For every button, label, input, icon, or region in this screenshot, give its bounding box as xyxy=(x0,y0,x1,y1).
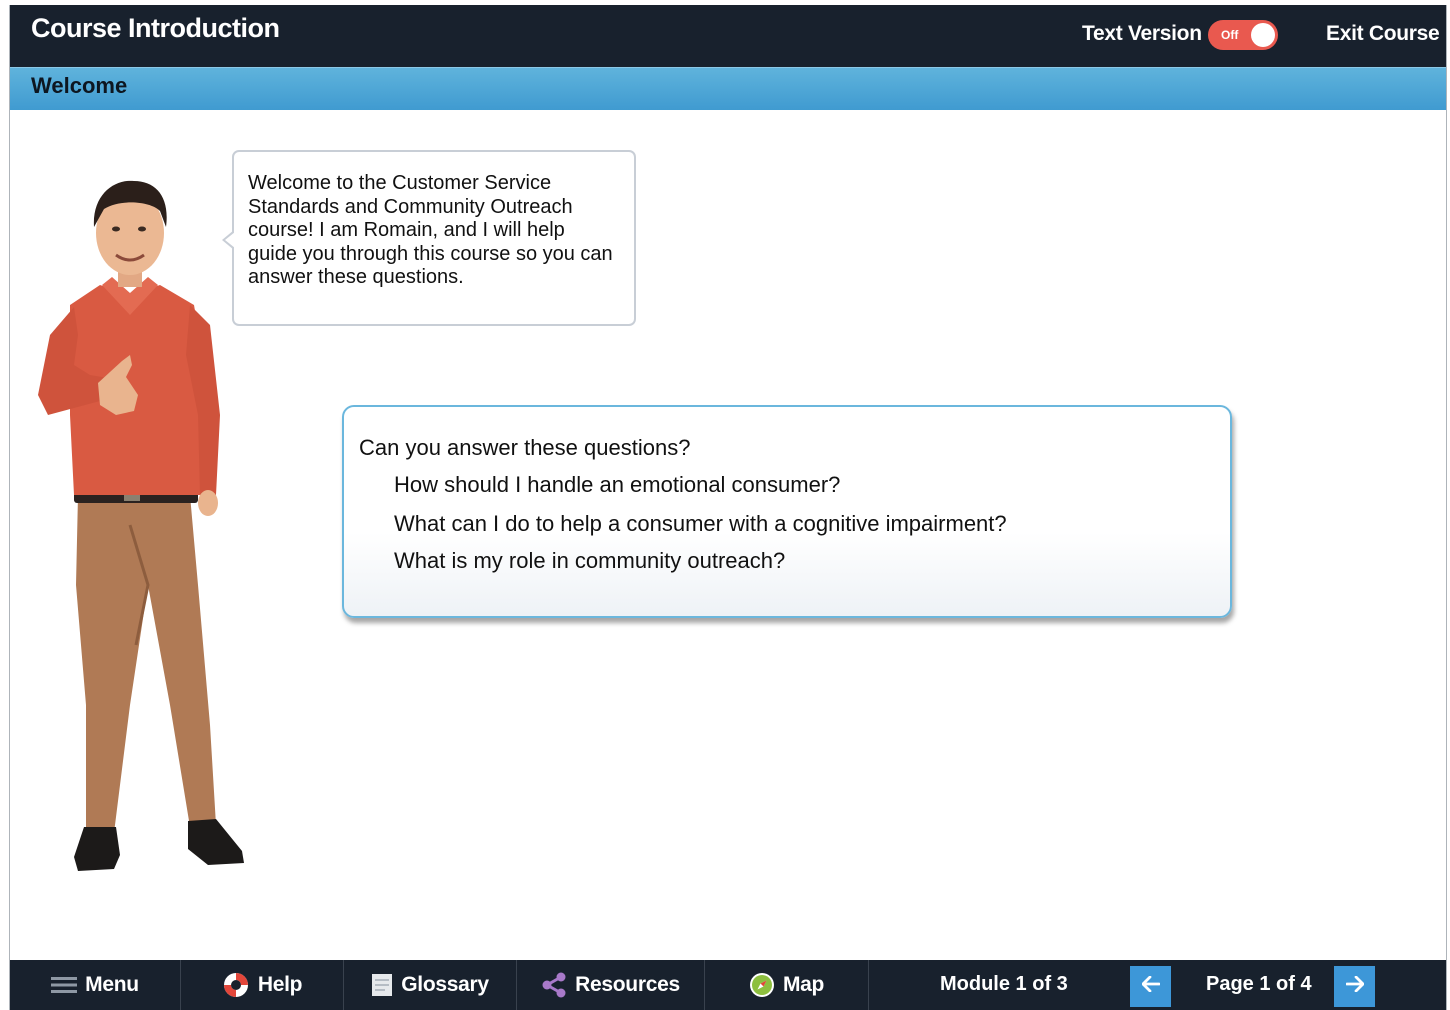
speech-bubble: Welcome to the Customer Service Standard… xyxy=(222,150,636,326)
menu-label: Menu xyxy=(85,973,139,996)
menu-button[interactable]: Menu xyxy=(10,960,180,1010)
questions-heading: Can you answer these questions? xyxy=(359,435,691,460)
page-indicator: Page 1 of 4 xyxy=(1206,973,1312,995)
question-item: What is my role in community outreach? xyxy=(394,548,786,573)
resources-button[interactable]: Resources xyxy=(517,960,704,1010)
top-bar: Course Introduction Text Version Off Exi… xyxy=(10,5,1446,67)
help-label: Help xyxy=(257,973,303,996)
previous-page-button[interactable] xyxy=(1130,966,1171,1007)
module-indicator: Module 1 of 3 xyxy=(940,973,1068,995)
map-button[interactable]: Map xyxy=(705,960,868,1010)
hamburger-icon xyxy=(51,976,78,994)
question-item: What can I do to help a consumer with a … xyxy=(394,511,1007,536)
glossary-button[interactable]: Glossary xyxy=(344,960,516,1010)
bottom-nav-bar: Menu Help Glossary Resources Map Module … xyxy=(10,960,1446,1010)
questions-box: Can you answer these questions? How shou… xyxy=(342,405,1232,618)
course-title: Course Introduction xyxy=(31,13,280,43)
section-header: Welcome xyxy=(10,67,1446,111)
text-version-toggle[interactable]: Off xyxy=(1208,20,1278,50)
section-title: Welcome xyxy=(31,73,128,98)
text-version-label: Text Version xyxy=(1082,22,1202,45)
resources-label: Resources xyxy=(575,973,680,996)
lifebuoy-icon xyxy=(222,971,250,999)
arrow-left-icon xyxy=(1141,975,1160,997)
arrow-right-icon xyxy=(1345,975,1364,997)
toggle-state-label: Off xyxy=(1221,28,1239,42)
glossary-label: Glossary xyxy=(401,973,489,996)
presenter-character-image xyxy=(38,180,244,871)
exit-course-button[interactable]: Exit Course xyxy=(1326,22,1440,46)
next-page-button[interactable] xyxy=(1334,966,1375,1007)
speech-bubble-text: Welcome to the Customer Service Standard… xyxy=(248,172,613,288)
map-label: Map xyxy=(782,973,825,996)
help-button[interactable]: Help xyxy=(181,960,343,1010)
toggle-knob xyxy=(1251,23,1275,47)
share-icon xyxy=(541,972,567,998)
course-player: Course Introduction Text Version Off Exi… xyxy=(9,5,1447,1010)
question-item: How should I handle an emotional consume… xyxy=(394,472,841,497)
content-area: Welcome to the Customer Service Standard… xyxy=(10,110,1446,960)
compass-icon xyxy=(749,972,775,998)
book-icon xyxy=(371,973,393,997)
